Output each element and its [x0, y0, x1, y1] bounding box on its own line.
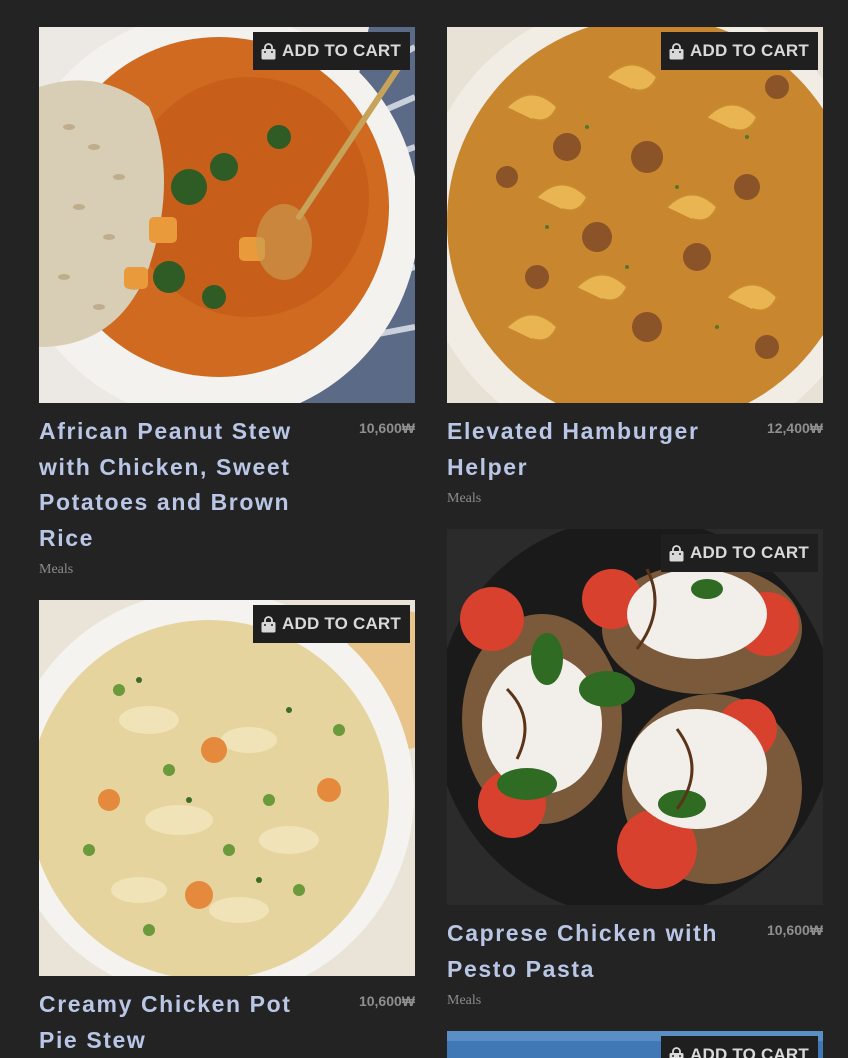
product-category[interactable]: Meals	[447, 993, 481, 1009]
add-to-cart-button[interactable]: ADD TO CART	[661, 32, 818, 70]
shopping-bag-icon	[669, 544, 684, 561]
product-card: ADD TO CART Caprese Chicken with Pesto P…	[447, 529, 823, 1019]
product-price: 10,600₩	[766, 922, 823, 938]
product-image[interactable]: ADD TO CART	[447, 27, 823, 403]
product-price: 12,400₩	[766, 420, 823, 436]
add-to-cart-label: ADD TO CART	[690, 543, 809, 562]
shopping-bag-icon	[669, 1046, 684, 1058]
add-to-cart-button[interactable]: ADD TO CART	[253, 605, 410, 643]
product-title[interactable]: Elevated Hamburger Helper	[447, 414, 737, 485]
product-card: ADD TO CART Creamy Chicken Pot Pie Stew …	[39, 600, 415, 1058]
product-price: 10,600₩	[358, 993, 415, 1009]
product-image[interactable]: ADD TO CART	[447, 529, 823, 905]
product-card: ADD TO CART	[447, 1031, 823, 1058]
add-to-cart-label: ADD TO CART	[282, 41, 401, 60]
product-price: 10,600₩	[358, 420, 415, 436]
product-title[interactable]: African Peanut Stew with Chicken, Sweet …	[39, 414, 329, 556]
product-image[interactable]: ADD TO CART	[39, 600, 415, 976]
shopping-bag-icon	[261, 42, 276, 59]
add-to-cart-label: ADD TO CART	[690, 41, 809, 60]
add-to-cart-button[interactable]: ADD TO CART	[253, 32, 410, 70]
shopping-bag-icon	[669, 42, 684, 59]
product-title[interactable]: Creamy Chicken Pot Pie Stew	[39, 987, 329, 1058]
product-image[interactable]: ADD TO CART	[39, 27, 415, 403]
product-photo	[39, 27, 415, 403]
product-category[interactable]: Meals	[39, 562, 73, 578]
product-image[interactable]: ADD TO CART	[447, 1031, 823, 1058]
product-category[interactable]: Meals	[447, 491, 481, 507]
add-to-cart-label: ADD TO CART	[690, 1045, 809, 1058]
add-to-cart-button[interactable]: ADD TO CART	[661, 534, 818, 572]
add-to-cart-label: ADD TO CART	[282, 614, 401, 633]
product-photo	[447, 529, 823, 905]
product-title[interactable]: Caprese Chicken with Pesto Pasta	[447, 916, 737, 987]
product-photo	[447, 27, 823, 403]
product-card: ADD TO CART Elevated Hamburger Helper 12…	[447, 27, 823, 517]
add-to-cart-button[interactable]: ADD TO CART	[661, 1036, 818, 1058]
product-card: ADD TO CART African Peanut Stew with Chi…	[39, 27, 415, 587]
product-photo	[39, 600, 415, 976]
shopping-bag-icon	[261, 615, 276, 632]
